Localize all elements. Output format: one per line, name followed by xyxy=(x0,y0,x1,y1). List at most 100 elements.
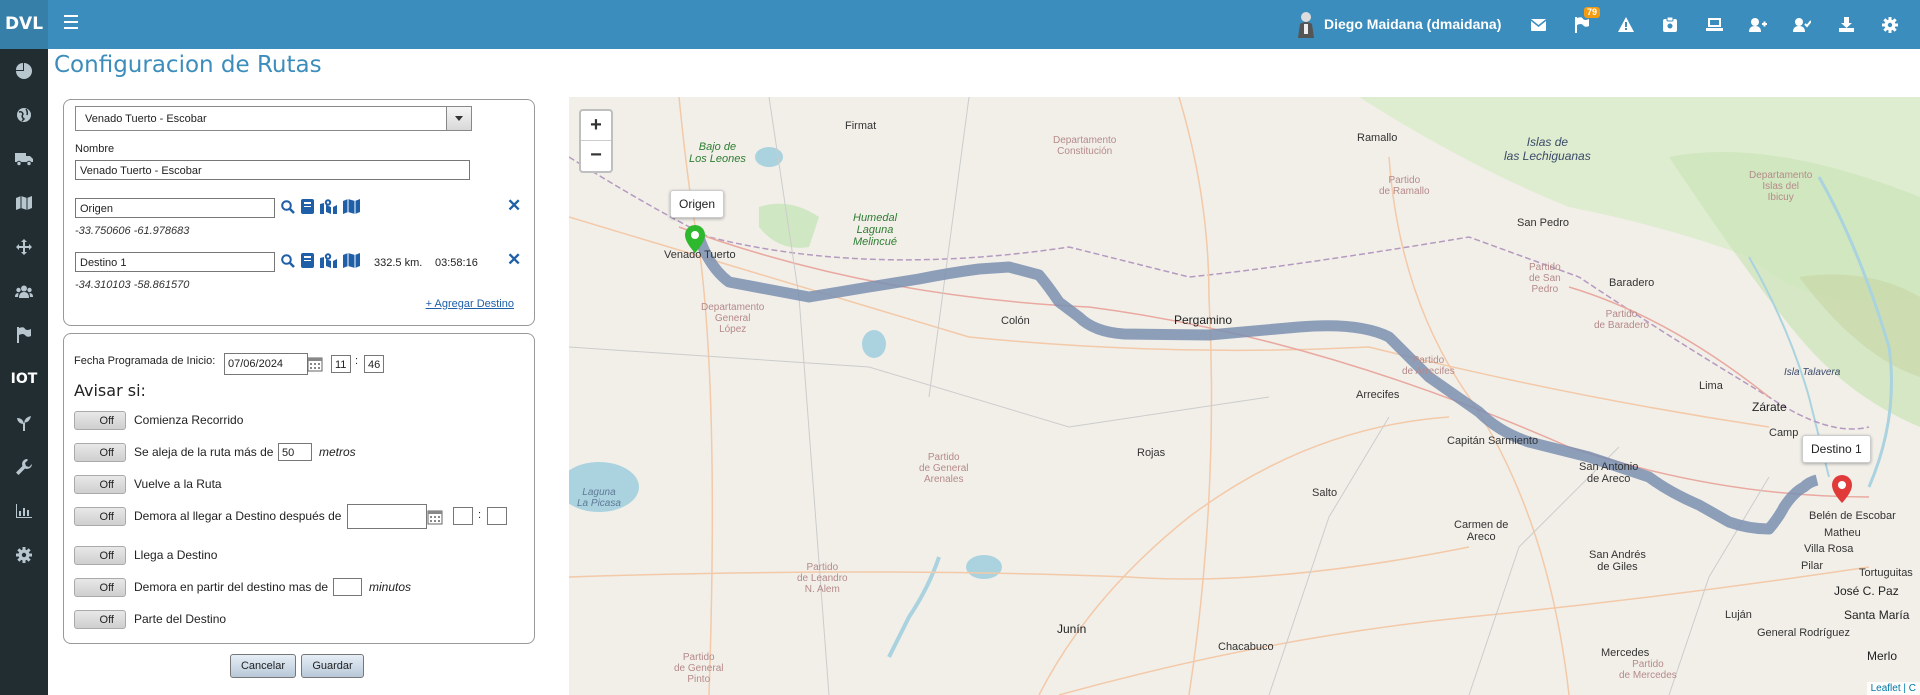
clipboard-icon[interactable] xyxy=(1648,0,1692,49)
schedule-date-input[interactable]: 07/06/2024 xyxy=(224,353,308,375)
search-icon[interactable] xyxy=(281,199,295,214)
sidebar: IOT xyxy=(0,49,48,695)
users-icon[interactable] xyxy=(0,269,48,313)
map-label: Rojas xyxy=(1137,447,1166,459)
map-label: Capitán Sarmiento xyxy=(1447,435,1539,447)
origin-input[interactable]: Origen xyxy=(75,198,275,218)
map-attribution[interactable]: Leaflet | C xyxy=(1866,682,1920,695)
toggle-demora-partir[interactable]: Off xyxy=(74,578,126,597)
toggle-llega-destino[interactable]: Off xyxy=(74,546,126,565)
map-label: Junín xyxy=(1057,622,1087,636)
gear-icon[interactable] xyxy=(1868,0,1912,49)
map-label: Departamento Islas del Ibicuy xyxy=(1749,170,1813,203)
add-destination-link[interactable]: + Agregar Destino xyxy=(426,298,514,310)
map-marked-icon[interactable] xyxy=(320,199,337,214)
user-plus-icon[interactable] xyxy=(1736,0,1780,49)
brand-logo[interactable]: DVL xyxy=(0,0,48,49)
alert-label: Demora en partir del destino mas de xyxy=(134,580,329,594)
map-label: Partido de San Pedro xyxy=(1529,262,1561,295)
search-icon[interactable] xyxy=(281,253,295,268)
download-icon[interactable] xyxy=(1824,0,1868,49)
map-marked-icon[interactable] xyxy=(320,253,337,268)
plant-icon[interactable] xyxy=(0,401,48,445)
alert-label: Demora al llegar a Destino después de xyxy=(134,509,342,523)
map-icon[interactable] xyxy=(343,199,360,214)
map-label: Arrecifes xyxy=(1356,389,1400,401)
save-button[interactable]: Guardar xyxy=(301,654,364,678)
delay-date-input[interactable] xyxy=(347,504,427,529)
meters-unit: metros xyxy=(319,445,356,459)
flag-icon[interactable]: 79 xyxy=(1560,0,1604,49)
top-bar: DVL Diego Maidana (dmaidana) 79 xyxy=(0,0,1920,49)
warning-icon[interactable] xyxy=(1604,0,1648,49)
map-label: San Pedro xyxy=(1517,217,1569,229)
alert-label: Vuelve a la Ruta xyxy=(134,477,222,491)
schedule-minute-input[interactable]: 46 xyxy=(364,355,384,373)
map-icon[interactable] xyxy=(343,253,360,268)
origin-tools xyxy=(281,199,360,214)
alert-label: Se aleja de la ruta más de xyxy=(134,445,274,459)
user-menu[interactable]: Diego Maidana (dmaidana) xyxy=(1296,8,1501,40)
calendar-icon[interactable] xyxy=(427,509,443,525)
map-label: Camp xyxy=(1769,427,1799,439)
map-label: Partido de Ramallo xyxy=(1379,175,1430,197)
move-icon[interactable] xyxy=(0,225,48,269)
dashboard-icon[interactable] xyxy=(0,49,48,93)
user-name: Diego Maidana (dmaidana) xyxy=(1324,16,1502,32)
schedule-label: Fecha Programada de Inicio: xyxy=(74,355,216,367)
truck-icon[interactable] xyxy=(0,137,48,181)
destination-distance: 332.5 km. xyxy=(374,257,423,269)
envelope-icon[interactable] xyxy=(1516,0,1560,49)
settings-icon[interactable] xyxy=(0,533,48,577)
map-label: San Andrés de Giles xyxy=(1589,549,1646,573)
remove-origin-icon[interactable]: ✕ xyxy=(507,196,521,216)
origin-coords: -33.750606 -61.978683 xyxy=(75,225,190,237)
map-label: Luján xyxy=(1725,609,1752,621)
delay-minutes-input[interactable] xyxy=(333,578,362,596)
delay-minute-input[interactable] xyxy=(487,507,507,525)
menu-toggle-icon[interactable] xyxy=(64,15,78,33)
book-icon[interactable] xyxy=(301,199,314,214)
chart-icon[interactable] xyxy=(0,489,48,533)
map-label: Departamento Constitución xyxy=(1053,135,1117,157)
schedule-hour-input[interactable]: 11 xyxy=(331,355,351,373)
flag-icon[interactable] xyxy=(0,313,48,357)
map-icon[interactable] xyxy=(0,181,48,225)
toggle-vuelve-ruta[interactable]: Off xyxy=(74,475,126,494)
map-label: Departamento General López xyxy=(701,302,765,335)
toggle-comienza-recorrido[interactable]: Off xyxy=(74,411,126,430)
delay-hour-input[interactable] xyxy=(453,507,473,525)
map-label: Partido de Leandro N. Alem xyxy=(797,562,848,595)
chevron-down-icon[interactable] xyxy=(446,107,471,130)
map-label: Humedal Laguna Melincué xyxy=(853,212,898,248)
toggle-parte-destino[interactable]: Off xyxy=(74,610,126,629)
zoom-out-button[interactable]: − xyxy=(581,141,611,170)
user-check-icon[interactable] xyxy=(1780,0,1824,49)
globe-icon[interactable] xyxy=(0,93,48,137)
laptop-icon[interactable] xyxy=(1692,0,1736,49)
cancel-button[interactable]: Cancelar xyxy=(230,654,296,678)
remove-destination-icon[interactable]: ✕ xyxy=(507,250,521,270)
avatar xyxy=(1298,12,1314,38)
map-label: Carmen de Areco xyxy=(1454,519,1509,543)
iot-icon[interactable]: IOT xyxy=(0,357,48,401)
time-separator: : xyxy=(355,355,359,367)
calendar-icon[interactable] xyxy=(307,356,323,372)
zoom-in-button[interactable]: + xyxy=(581,111,611,141)
wrench-icon[interactable] xyxy=(0,445,48,489)
map-label: Belén de Escobar xyxy=(1809,510,1896,522)
route-select[interactable]: Venado Tuerto - Escobar xyxy=(75,106,472,131)
toggle-demora-llegar[interactable]: Off xyxy=(74,507,126,526)
route-map[interactable]: Firmat Ramallo Islas de las Lechiguanas … xyxy=(569,97,1920,695)
destination-coords: -34.310103 -58.861570 xyxy=(75,279,190,291)
route-panel: Venado Tuerto - Escobar Nombre Venado Tu… xyxy=(63,99,535,326)
route-name-input[interactable]: Venado Tuerto - Escobar xyxy=(75,160,470,180)
destination-marker-icon[interactable] xyxy=(1832,475,1852,503)
distance-meters-input[interactable]: 50 xyxy=(278,443,312,461)
book-icon[interactable] xyxy=(301,253,314,268)
destination-input[interactable]: Destino 1 xyxy=(75,252,275,272)
notification-badge: 79 xyxy=(1584,7,1601,18)
toggle-se-aleja[interactable]: Off xyxy=(74,443,126,462)
map-tiles xyxy=(569,97,1920,695)
origin-marker-icon[interactable] xyxy=(685,225,705,253)
